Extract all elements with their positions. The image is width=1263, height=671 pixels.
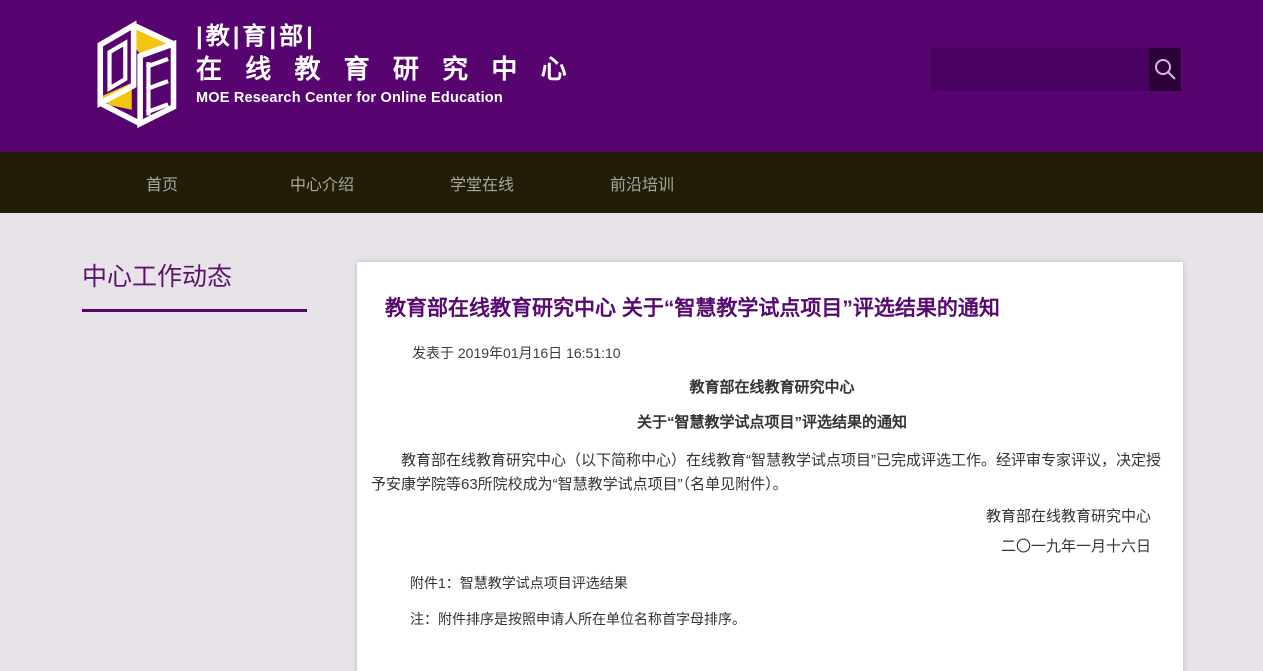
sidebar-section-title[interactable]: 中心工作动态 (82, 263, 312, 291)
article-publish-date: 发表于 2019年01月16日 16:51:10 (412, 343, 1173, 363)
signature-organization: 教育部在线教育研究中心 (371, 506, 1173, 527)
site-header: |教|育|部| 在 线 教 育 研 究 中 心 MOE Research Cen… (0, 0, 1263, 152)
logo-center-name-en: MOE Research Center for Online Education (196, 88, 575, 108)
nav-item-xuetang-online[interactable]: 学堂在线 (402, 171, 562, 195)
main-content: 中心工作动态 教育部在线教育研究中心 关于“智慧教学试点项目”评选结果的通知 发… (0, 213, 1263, 671)
signature-date: 二〇一九年一月十六日 (371, 536, 1173, 557)
nav-item-home[interactable]: 首页 (82, 171, 242, 195)
search-box (930, 48, 1181, 91)
logo-ministry-label: |教|育|部| (196, 22, 575, 52)
nav-item-center-intro[interactable]: 中心介绍 (242, 171, 402, 195)
search-icon (1152, 57, 1178, 83)
sidebar-title-underline (82, 309, 307, 312)
logo-text-block: |教|育|部| 在 线 教 育 研 究 中 心 MOE Research Cen… (196, 8, 575, 108)
site-logo[interactable]: |教|育|部| 在 线 教 育 研 究 中 心 MOE Research Cen… (78, 8, 575, 140)
search-input[interactable] (930, 48, 1149, 91)
sidebar: 中心工作动态 (82, 263, 312, 312)
article-title: 教育部在线教育研究中心 关于“智慧教学试点项目”评选结果的通知 (385, 296, 1159, 322)
attachment-link-line[interactable]: 附件1：智慧教学试点项目评选结果 (410, 574, 1173, 593)
article-subject-heading: 关于“智慧教学试点项目”评选结果的通知 (371, 413, 1173, 433)
main-nav: 首页 中心介绍 学堂在线 前沿培训 (0, 152, 1263, 213)
logo-center-name-cn: 在 线 教 育 研 究 中 心 (196, 52, 575, 86)
article-org-heading: 教育部在线教育研究中心 (371, 378, 1173, 398)
attachment-note-line: 注：附件排序是按照申请人所在单位名称首字母排序。 (410, 610, 1173, 629)
article-card: 教育部在线教育研究中心 关于“智慧教学试点项目”评选结果的通知 发表于 2019… (357, 262, 1183, 671)
search-button[interactable] (1149, 48, 1181, 91)
oe-cube-logo-icon (78, 8, 180, 140)
nav-item-frontier-training[interactable]: 前沿培训 (562, 171, 722, 195)
article-body-paragraph: 教育部在线教育研究中心（以下简称中心）在线教育“智慧教学试点项目”已完成评选工作… (371, 449, 1173, 497)
